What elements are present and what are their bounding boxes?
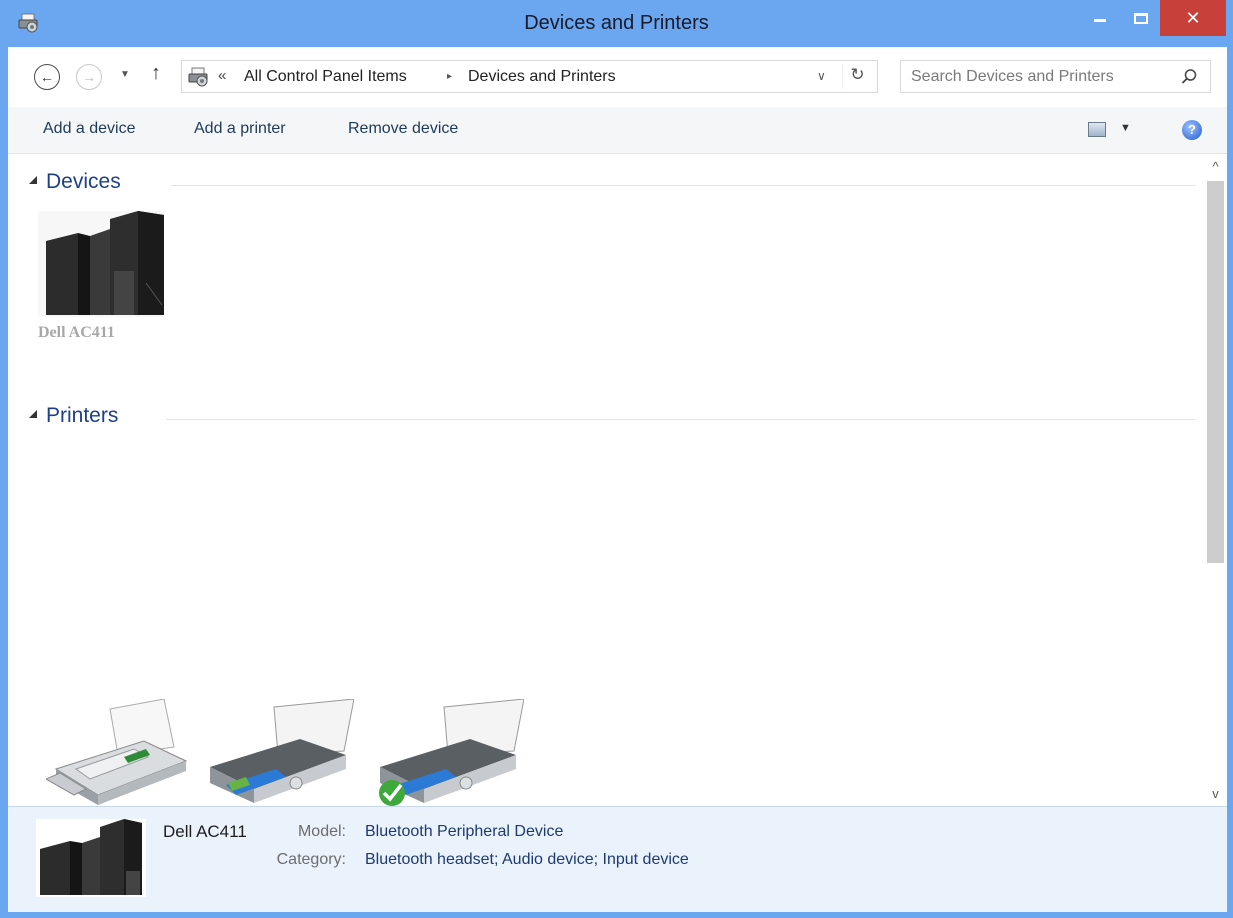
details-category-value: Bluetooth headset; Audio device; Input d…: [365, 851, 689, 868]
fax-icon[interactable]: [46, 699, 188, 806]
breadcrumb-control-panel[interactable]: All Control Panel Items: [244, 68, 407, 86]
details-model-label: Model:: [297, 823, 346, 840]
window-frame: Devices and Printers ✕ ← → ▼ ↑ « All Con…: [0, 0, 1233, 918]
device-name-label: Dell AC411: [38, 324, 115, 341]
group-divider: [166, 419, 1196, 420]
speaker-icon: [36, 819, 146, 897]
details-model-value: Bluetooth Peripheral Device: [365, 823, 564, 840]
add-device-button[interactable]: Add a device: [43, 120, 136, 138]
minimize-icon: [1094, 18, 1106, 22]
maximize-icon: [1134, 12, 1148, 24]
forward-button[interactable]: →: [76, 64, 102, 90]
collapse-triangle-icon[interactable]: [29, 410, 37, 418]
devices-printers-icon: [188, 67, 208, 87]
group-label-devices: Devices: [46, 170, 121, 193]
refresh-icon[interactable]: ↻: [842, 65, 872, 89]
breadcrumb-separator-icon[interactable]: ▸: [447, 71, 452, 82]
forward-arrow-icon: →: [82, 69, 96, 85]
explorer-client: ← → ▼ ↑ « All Control Panel Items ▸ Devi…: [8, 47, 1227, 912]
maximize-button[interactable]: [1124, 0, 1158, 36]
breadcrumb-devices-printers[interactable]: Devices and Printers: [468, 68, 616, 86]
details-category-label: Category:: [276, 851, 346, 868]
up-button[interactable]: ↑: [151, 62, 161, 85]
navigation-bar: ← → ▼ ↑ « All Control Panel Items ▸ Devi…: [8, 47, 1227, 107]
close-button[interactable]: ✕: [1160, 0, 1226, 36]
help-icon[interactable]: ?: [1182, 120, 1202, 140]
remove-device-button[interactable]: Remove device: [348, 120, 458, 138]
details-pane: Dell AC411 Model: Bluetooth Peripheral D…: [8, 806, 1227, 912]
device-item-dell-ac411[interactable]: Dell AC411: [36, 207, 196, 395]
scroll-down-icon[interactable]: v: [1204, 782, 1227, 806]
scroll-up-icon[interactable]: ^: [1204, 155, 1227, 179]
devices-view: Devices Dell AC411 Printers: [8, 155, 1204, 806]
view-options-dropdown-icon[interactable]: ▼: [1120, 122, 1131, 134]
minimize-button[interactable]: [1082, 0, 1118, 36]
recent-locations-button[interactable]: ▼: [120, 69, 130, 80]
search-box[interactable]: [900, 60, 1211, 93]
group-label-printers: Printers: [46, 404, 119, 427]
breadcrumb-overflow-chevron[interactable]: «: [218, 67, 226, 84]
default-printer-icon[interactable]: [374, 699, 524, 806]
window-title: Devices and Printers: [524, 12, 709, 34]
command-bar: Add a device Add a printer Remove device…: [8, 107, 1227, 154]
address-dropdown-icon[interactable]: ∨: [817, 69, 826, 83]
title-bar[interactable]: Devices and Printers ✕: [0, 0, 1233, 47]
group-divider: [171, 185, 1196, 186]
printer-icon[interactable]: [206, 699, 354, 806]
add-printer-button[interactable]: Add a printer: [194, 120, 286, 138]
details-device-name: Dell AC411: [163, 822, 247, 841]
scrollbar-thumb[interactable]: [1207, 181, 1224, 563]
back-button[interactable]: ←: [34, 64, 60, 90]
collapse-triangle-icon[interactable]: [29, 176, 37, 184]
change-view-icon[interactable]: [1088, 122, 1106, 137]
back-arrow-icon: ←: [40, 69, 54, 85]
speaker-icon: [38, 211, 164, 317]
group-header-printers[interactable]: Printers: [8, 401, 1204, 431]
search-icon[interactable]: [1179, 67, 1199, 87]
close-icon: ✕: [1185, 7, 1201, 28]
address-bar[interactable]: « All Control Panel Items ▸ Devices and …: [181, 60, 878, 93]
vertical-scrollbar[interactable]: ^ v: [1204, 155, 1227, 806]
search-input[interactable]: [911, 68, 1161, 86]
group-header-devices[interactable]: Devices: [8, 167, 1204, 197]
